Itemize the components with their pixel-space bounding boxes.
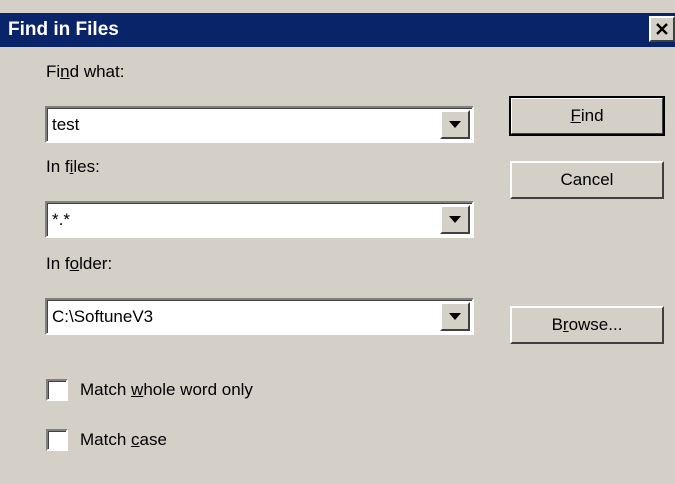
browse-button[interactable]: Br owse... — [510, 306, 664, 344]
match-case-label: Match case — [80, 430, 167, 449]
match-case-option[interactable]: Match case — [46, 427, 167, 453]
find-what-combobox[interactable]: test — [45, 106, 474, 143]
in-files-dropdown-button[interactable] — [440, 205, 470, 234]
match-whole-word-label: Match whole word only — [80, 380, 253, 399]
dropdown-arrow-icon — [449, 216, 461, 223]
match-whole-word-option[interactable]: Match whole word only — [46, 377, 253, 403]
find-what-dropdown-button[interactable] — [440, 110, 470, 139]
dropdown-arrow-icon — [449, 121, 461, 128]
close-icon — [656, 23, 668, 35]
in-files-input[interactable]: *.* — [52, 210, 70, 230]
find-in-files-dialog: Find in Files Find what: test In files: … — [0, 0, 675, 484]
close-button[interactable] — [649, 16, 675, 42]
find-button[interactable]: Find — [509, 96, 665, 136]
find-what-label: Find what: — [46, 62, 125, 81]
in-files-label: In files: — [46, 157, 100, 176]
cancel-button[interactable]: Cancel — [510, 161, 664, 199]
in-folder-input[interactable]: C:\SoftuneV3 — [52, 307, 153, 327]
find-what-input[interactable]: test — [52, 115, 79, 135]
dropdown-arrow-icon — [449, 313, 461, 320]
title-bar[interactable]: Find in Files — [0, 13, 675, 47]
in-folder-label: In folder: — [46, 254, 113, 273]
in-files-combobox[interactable]: *.* — [45, 201, 474, 238]
in-folder-dropdown-button[interactable] — [440, 302, 470, 331]
match-case-checkbox[interactable] — [46, 429, 68, 451]
in-folder-combobox[interactable]: C:\SoftuneV3 — [45, 298, 474, 335]
match-whole-word-checkbox[interactable] — [46, 379, 68, 401]
window-title: Find in Files — [8, 19, 119, 40]
